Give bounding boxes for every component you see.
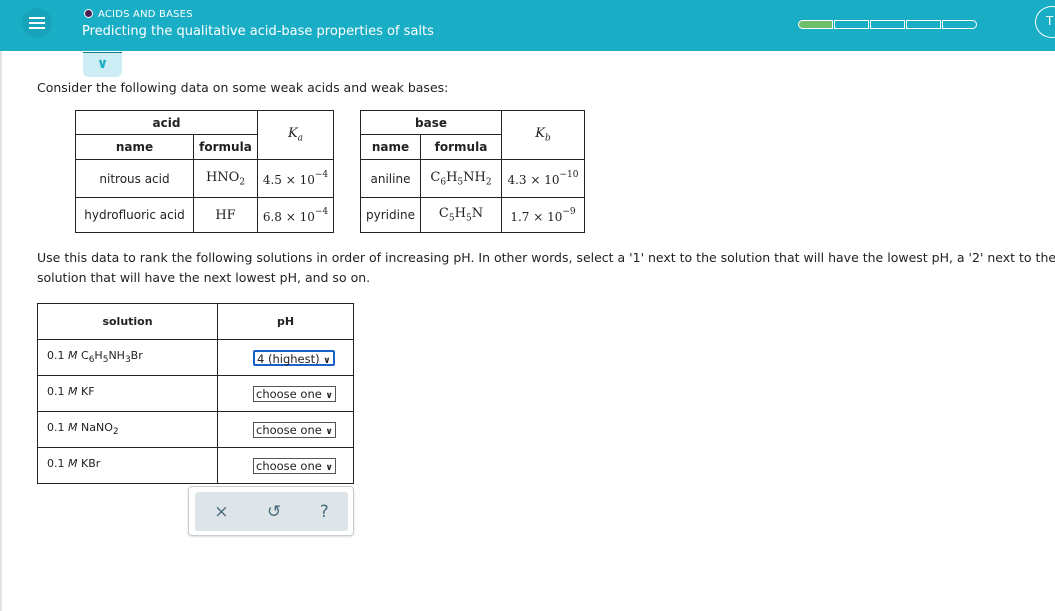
avatar[interactable]: T	[1035, 6, 1055, 38]
intro-text: Consider the following data on some weak…	[37, 80, 449, 95]
progress-segment	[942, 20, 977, 29]
ph-cell: choose one ∨	[217, 411, 354, 448]
table-row: hydrofluoric acid HF 6.8 × 10−4	[75, 197, 334, 233]
acid-name: hydrofluoric acid	[75, 197, 194, 233]
ph-cell: choose one ∨	[217, 375, 354, 412]
table-row: 0.1 M KF choose one ∨	[37, 375, 354, 412]
table-row: 0.1 M NaNO2 choose one ∨	[37, 411, 354, 448]
formula-header: formula	[193, 134, 258, 160]
kb-value: 1.7 × 10−9	[501, 197, 585, 233]
ph-select[interactable]: 4 (highest) ∨	[253, 349, 335, 366]
kb-header: Kb	[501, 110, 585, 160]
base-table: base Kb name formula aniline C6H5NH2 4.3 × 1…	[360, 110, 585, 233]
instructions-text: Use this data to rank the following solu…	[37, 250, 1055, 285]
base-header: base	[360, 110, 502, 135]
ph-header: pH	[217, 303, 354, 340]
ph-select[interactable]: choose one ∨	[253, 421, 336, 438]
ph-select[interactable]: choose one ∨	[253, 457, 336, 474]
solutions-table: solution pH 0.1 M C6H5NH3Br 4 (highest) ∨ 0…	[37, 303, 354, 484]
progress-bar	[798, 20, 977, 29]
table-row: aniline C6H5NH2 4.3 × 10−10	[360, 159, 585, 198]
progress-segment	[834, 20, 869, 29]
acid-formula: HF	[193, 197, 258, 233]
formula-header: formula	[420, 134, 502, 160]
chevron-down-icon: ∨	[325, 462, 333, 473]
ph-cell: choose one ∨	[217, 447, 354, 484]
ph-cell: 4 (highest) ∨	[217, 339, 354, 376]
table-row: pyridine C5H5N 1.7 × 10−9	[360, 197, 585, 233]
kb-value: 4.3 × 10−10	[501, 159, 585, 198]
clear-button[interactable]: ×	[214, 502, 228, 522]
solution-name: 0.1 M KBr	[37, 447, 218, 484]
acid-table: acid Ka name formula nitrous acid HNO2 4.5 ×…	[75, 110, 334, 233]
acid-name: nitrous acid	[75, 159, 194, 198]
undo-button[interactable]: ↺	[267, 502, 281, 522]
acid-header: acid	[75, 110, 258, 135]
progress-segment	[798, 20, 833, 29]
menu-button[interactable]	[22, 8, 52, 38]
table-row: 0.1 M C6H5NH3Br 4 (highest) ∨	[37, 339, 354, 376]
name-header: name	[75, 134, 194, 160]
help-button[interactable]: ?	[320, 502, 329, 522]
base-formula: C5H5N	[420, 197, 502, 233]
expand-chevron-button[interactable]: ∨	[83, 52, 122, 77]
chevron-down-icon: ∨	[325, 390, 333, 401]
ka-header: Ka	[257, 110, 334, 160]
ka-value: 4.5 × 10−4	[257, 159, 334, 198]
table-row: 0.1 M KBr choose one ∨	[37, 447, 354, 484]
base-formula: C6H5NH2	[420, 159, 502, 198]
action-bar: × ↺ ?	[188, 486, 354, 536]
chevron-down-icon: ∨	[325, 426, 333, 437]
base-name: aniline	[360, 159, 421, 198]
divider	[0, 51, 2, 611]
base-name: pyridine	[360, 197, 421, 233]
progress-segment	[870, 20, 905, 29]
table-row: nitrous acid HNO2 4.5 × 10−4	[75, 159, 334, 198]
ka-value: 6.8 × 10−4	[257, 197, 334, 233]
topic-label: ACIDS AND BASES	[84, 9, 193, 20]
topic-text: ACIDS AND BASES	[98, 9, 193, 20]
solution-header: solution	[37, 303, 218, 340]
chevron-down-icon: ∨	[323, 355, 331, 366]
name-header: name	[360, 134, 421, 160]
progress-segment	[906, 20, 941, 29]
chevron-down-icon: ∨	[96, 56, 109, 72]
page-title: Predicting the qualitative acid-base pro…	[82, 24, 434, 39]
ph-select[interactable]: choose one ∨	[253, 385, 336, 402]
solution-name: 0.1 M KF	[37, 375, 218, 412]
status-dot-icon	[84, 9, 93, 18]
solution-name: 0.1 M C6H5NH3Br	[37, 339, 218, 376]
solution-name: 0.1 M NaNO2	[37, 411, 218, 448]
header: ACIDS AND BASES Predicting the qualitati…	[0, 0, 1055, 51]
acid-formula: HNO2	[193, 159, 258, 198]
